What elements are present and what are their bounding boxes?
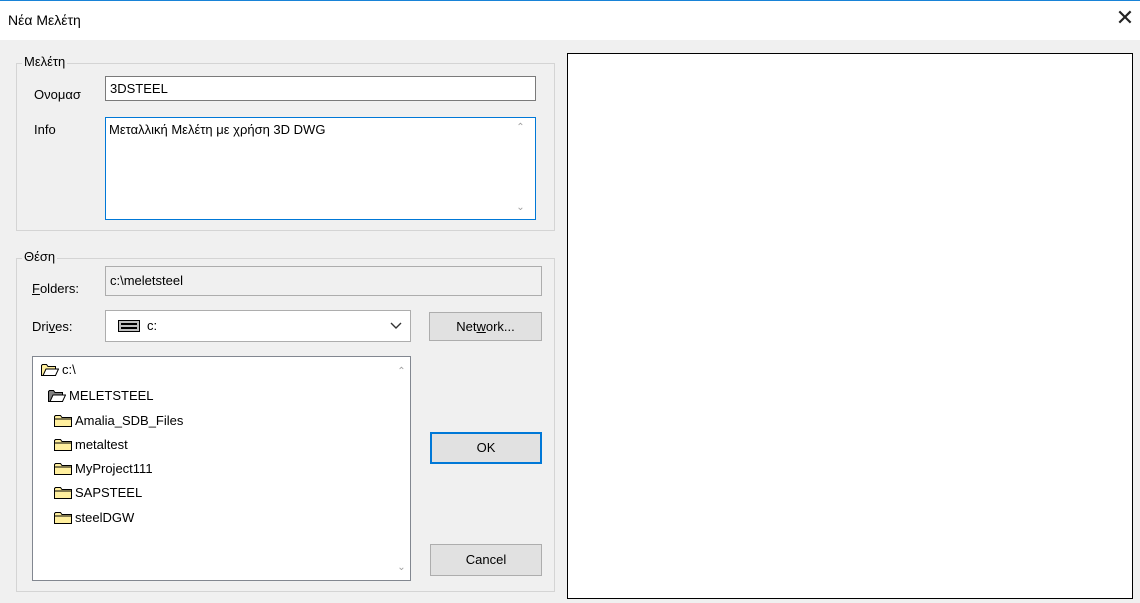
drive-icon: [118, 320, 140, 332]
folder-icon: [54, 512, 72, 524]
tree-item-folder[interactable]: steelDGW: [54, 508, 134, 528]
folders-label: Folders:: [32, 281, 79, 296]
folder-icon: [54, 487, 72, 499]
study-group-legend: Μελέτη: [22, 54, 68, 69]
folder-icon: [54, 439, 72, 451]
drives-select[interactable]: c:: [105, 310, 411, 342]
scroll-up-icon[interactable]: ⌃: [512, 119, 529, 136]
scroll-down-icon[interactable]: ⌄: [512, 199, 529, 216]
info-text: Μεταλλική Μελέτη με χρήση 3D DWG: [109, 122, 326, 137]
folders-path-field: c:\meletsteel: [105, 266, 542, 296]
info-textarea[interactable]: Μεταλλική Μελέτη με χρήση 3D DWG: [105, 117, 536, 220]
tree-item-folder[interactable]: MyProject111: [54, 459, 153, 479]
name-input[interactable]: 3DSTEEL: [105, 76, 536, 101]
network-button[interactable]: Network...: [429, 312, 542, 341]
window-title: Νέα Μελέτη: [8, 12, 81, 28]
drives-select-value: c:: [147, 318, 158, 333]
info-label: Info: [34, 122, 56, 137]
info-scrollbar[interactable]: ⌃ ⌄: [512, 119, 529, 218]
title-bar: [0, 0, 1140, 40]
tree-item-root[interactable]: c:\: [41, 360, 76, 380]
folder-open-icon: [48, 390, 66, 402]
folder-open-icon: [41, 364, 59, 376]
location-group-legend: Θέση: [22, 249, 58, 264]
close-icon[interactable]: ✕: [1112, 6, 1138, 32]
tree-item-meletsteel[interactable]: MELETSTEEL: [48, 386, 154, 406]
tree-item-folder[interactable]: Amalia_SDB_Files: [54, 411, 183, 431]
drives-label: Drives:: [32, 319, 73, 334]
name-label: Ονομασ: [34, 87, 81, 102]
preview-pane: [567, 53, 1133, 599]
ok-button[interactable]: OK: [430, 432, 542, 464]
scroll-up-icon[interactable]: ⌃: [393, 363, 410, 380]
tree-scrollbar[interactable]: ⌃ ⌄: [393, 357, 410, 580]
folder-icon: [54, 415, 72, 427]
chevron-down-icon[interactable]: [390, 322, 402, 330]
scroll-down-icon[interactable]: ⌄: [393, 559, 410, 576]
folder-icon: [54, 463, 72, 475]
directory-tree[interactable]: c:\ MELETSTEEL Amalia_SDB_Files metaltes…: [32, 356, 411, 581]
tree-item-folder[interactable]: metaltest: [54, 435, 128, 455]
tree-item-folder[interactable]: SAPSTEEL: [54, 483, 142, 503]
cancel-button[interactable]: Cancel: [430, 544, 542, 576]
